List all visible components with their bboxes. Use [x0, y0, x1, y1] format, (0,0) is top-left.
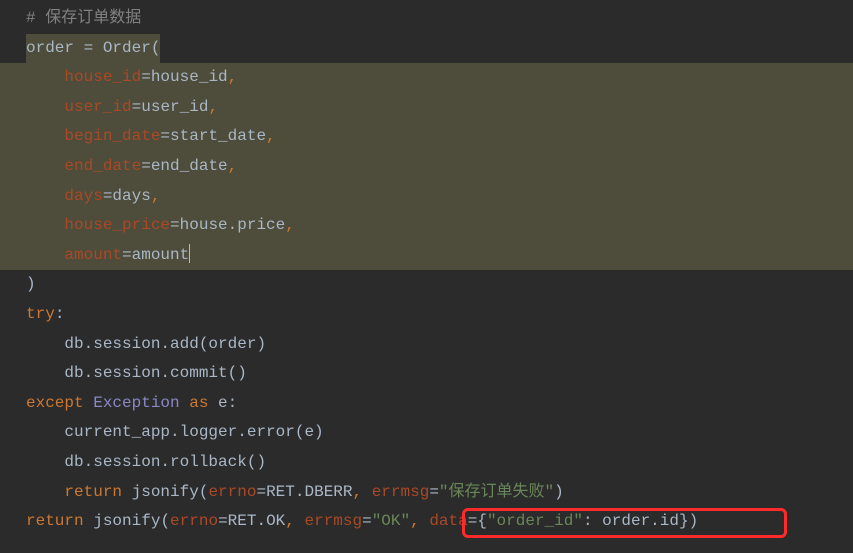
code-line: db.session.rollback() — [0, 448, 853, 478]
code-line: user_id=user_id, — [0, 93, 853, 123]
code-line: days=days, — [0, 182, 853, 212]
code-line: house_price=house.price, — [0, 211, 853, 241]
code-line: return jsonify(errno=RET.OK, errmsg="OK"… — [0, 507, 853, 537]
code-line: ) — [0, 270, 853, 300]
code-line: house_id=house_id, — [0, 63, 853, 93]
code-line: except Exception as e: — [0, 389, 853, 419]
code-line: order = Order( — [0, 34, 853, 64]
code-line: amount=amount — [0, 241, 853, 271]
text-cursor — [189, 244, 190, 263]
code-line: end_date=end_date, — [0, 152, 853, 182]
highlighted-text: order = Order( — [26, 34, 160, 64]
code-editor[interactable]: # 保存订单数据 order = Order( house_id=house_i… — [0, 4, 853, 537]
code-line: db.session.add(order) — [0, 330, 853, 360]
code-line: # 保存订单数据 — [0, 4, 853, 34]
comment-text: # 保存订单数据 — [26, 9, 141, 27]
code-line: return jsonify(errno=RET.DBERR, errmsg="… — [0, 478, 853, 508]
code-line: try: — [0, 300, 853, 330]
code-line: current_app.logger.error(e) — [0, 418, 853, 448]
code-line: db.session.commit() — [0, 359, 853, 389]
code-line: begin_date=start_date, — [0, 122, 853, 152]
